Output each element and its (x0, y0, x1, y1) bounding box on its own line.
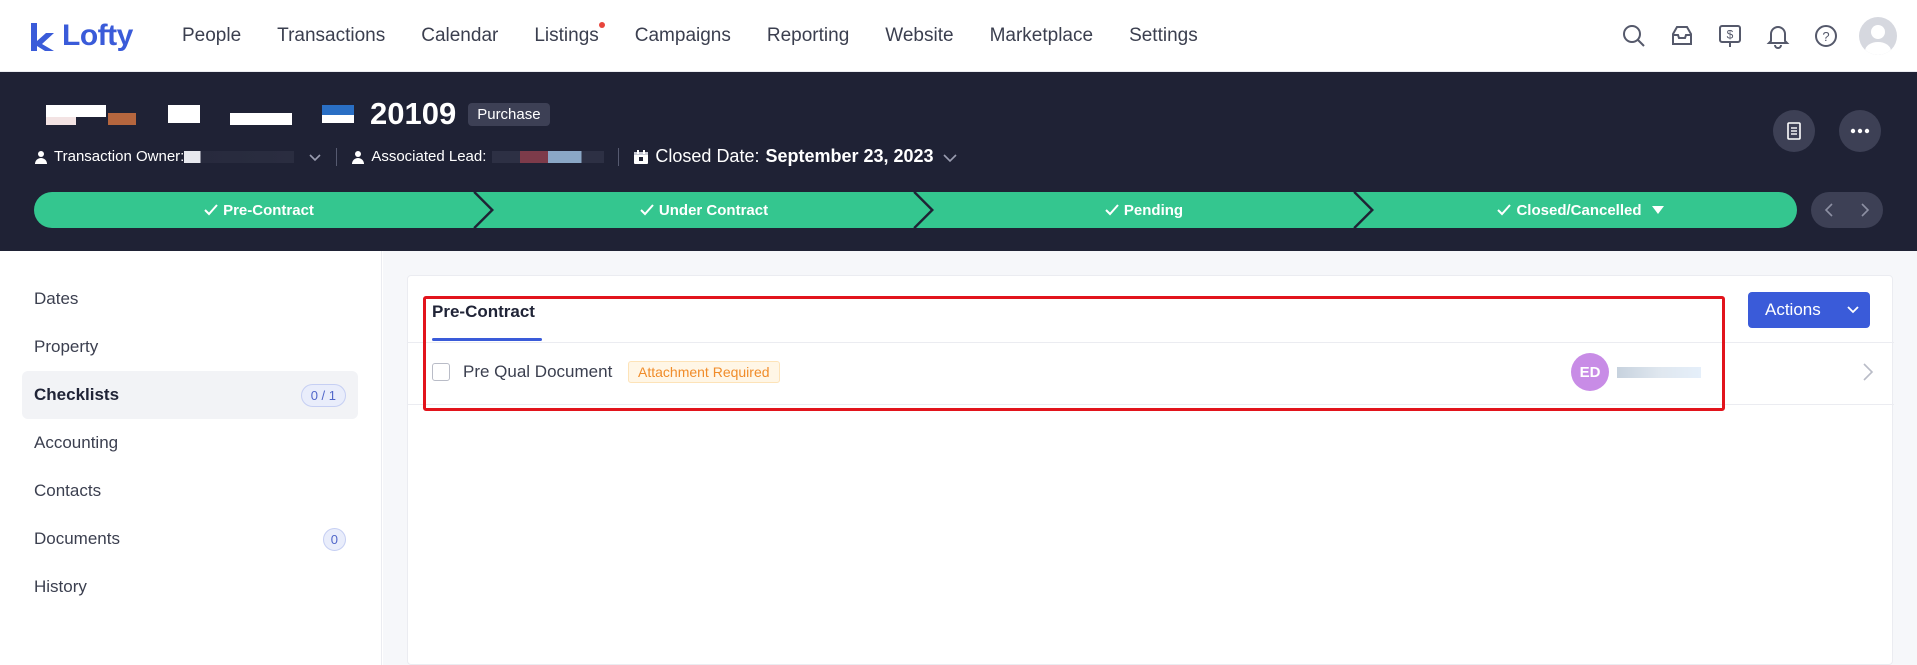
transaction-type-badge: Purchase (468, 102, 550, 126)
chevron-down-icon[interactable] (308, 150, 322, 164)
stage-pre-contract[interactable]: Pre-Contract (34, 192, 484, 228)
sidebar-item-checklists[interactable]: Checklists 0 / 1 (22, 371, 358, 419)
redacted-address (44, 103, 354, 125)
stage-progress-bar: Pre-Contract Under Contract Pending Clos… (34, 192, 1797, 228)
chevron-left-icon (1824, 203, 1833, 217)
stage-label: Closed/Cancelled (1516, 201, 1642, 219)
stage-pager (1811, 192, 1883, 228)
document-icon (1787, 122, 1801, 140)
transaction-meta: Transaction Owner: Associated Lead: Clos… (34, 146, 958, 167)
caret-down-icon[interactable] (1651, 205, 1664, 215)
sidebar-item-contacts[interactable]: Contacts (22, 467, 358, 515)
owner-label: Transaction Owner: (54, 148, 185, 165)
transaction-sidebar: Dates Property Checklists 0 / 1 Accounti… (0, 251, 382, 665)
sidebar-item-label: Checklists (34, 385, 120, 404)
owner-value-redacted[interactable] (184, 150, 295, 163)
nav-icons: $ ? (1599, 17, 1897, 55)
svg-text:$: $ (1727, 28, 1734, 42)
nav-item-settings[interactable]: Settings (1129, 25, 1198, 47)
transaction-title: 20109 Purchase (44, 96, 550, 132)
lead-person-icon (352, 150, 365, 164)
closed-date-label: Closed Date: (655, 146, 760, 166)
sidebar-item-label: Dates (34, 289, 79, 308)
assignee-name-redacted (1617, 367, 1701, 378)
divider (336, 147, 338, 166)
check-icon (1105, 204, 1119, 216)
sidebar-item-documents[interactable]: Documents 0 (22, 515, 358, 563)
assignee-avatar[interactable]: ED (1571, 353, 1609, 391)
sidebar-item-label: Documents (34, 529, 120, 548)
checklist-count-badge: 0 / 1 (300, 383, 346, 407)
checklist-item-label[interactable]: Pre Qual Document (463, 362, 612, 382)
dollar-icon[interactable]: $ (1717, 23, 1743, 49)
sidebar-item-label: History (34, 577, 87, 596)
svg-text:?: ? (1822, 29, 1829, 44)
brand-name: Lofty (62, 18, 133, 52)
stage-pending[interactable]: Pending (924, 192, 1364, 228)
check-icon (640, 204, 654, 216)
more-options-button[interactable] (1839, 110, 1881, 152)
check-icon (1497, 204, 1512, 216)
sidebar-item-label: Contacts (34, 481, 102, 500)
nav-item-marketplace[interactable]: Marketplace (990, 25, 1094, 47)
lead-value-redacted[interactable] (492, 150, 605, 163)
nav-item-people[interactable]: People (182, 25, 241, 47)
lofty-logo[interactable]: Lofty (28, 19, 154, 53)
bell-icon[interactable] (1765, 23, 1791, 49)
notes-button[interactable] (1773, 110, 1815, 152)
actions-button[interactable]: Actions (1748, 292, 1870, 328)
sidebar-item-history[interactable]: History (22, 563, 358, 611)
nav-item-listings-label: Listings (534, 24, 599, 46)
lofty-logo-icon (31, 22, 54, 51)
divider (408, 404, 1894, 405)
sidebar-item-label: Property (34, 337, 99, 356)
top-navigation: Lofty People Transactions Calendar Listi… (0, 0, 1917, 72)
sidebar-item-property[interactable]: Property (22, 323, 358, 371)
divider (618, 147, 620, 166)
closed-date-value[interactable]: September 23, 2023 (765, 146, 933, 167)
sidebar-item-dates[interactable]: Dates (22, 275, 358, 323)
actions-button-label: Actions (1765, 300, 1821, 319)
inbox-icon[interactable] (1669, 23, 1695, 49)
attachment-required-badge: Attachment Required (628, 361, 780, 383)
search-icon[interactable] (1621, 23, 1647, 49)
active-tab-indicator (432, 338, 542, 341)
next-button[interactable] (1847, 192, 1883, 228)
check-icon (204, 204, 218, 216)
more-dots-icon (1850, 128, 1870, 134)
sidebar-item-accounting[interactable]: Accounting (22, 419, 358, 467)
lead-label: Associated Lead: (371, 148, 487, 165)
nav-item-campaigns[interactable]: Campaigns (635, 25, 731, 47)
chevron-right-icon[interactable] (1856, 361, 1878, 383)
calendar-icon (634, 149, 649, 164)
nav-item-website[interactable]: Website (885, 25, 953, 47)
stage-label: Pending (1123, 201, 1184, 219)
user-avatar[interactable] (1859, 17, 1897, 55)
previous-button[interactable] (1811, 192, 1847, 228)
owner-person-icon (35, 150, 47, 164)
checklist-item-checkbox[interactable] (432, 363, 450, 381)
transaction-number: 20109 (370, 96, 457, 131)
nav-item-listings[interactable]: Listings (534, 21, 605, 47)
stage-label: Pre-Contract (223, 201, 314, 219)
nav-item-reporting[interactable]: Reporting (767, 25, 849, 47)
chevron-down-icon (1836, 292, 1870, 328)
divider (408, 342, 1894, 343)
documents-count-badge: 0 (322, 527, 346, 551)
stage-closed-cancelled[interactable]: Closed/Cancelled (1364, 192, 1797, 228)
notification-dot (598, 21, 605, 28)
sidebar-item-label: Accounting (34, 433, 119, 452)
stage-label: Under Contract (658, 201, 769, 219)
nav-item-transactions[interactable]: Transactions (277, 25, 385, 47)
nav-item-calendar[interactable]: Calendar (421, 25, 498, 47)
chevron-down-icon[interactable] (942, 149, 958, 165)
tab-pre-contract[interactable]: Pre-Contract (432, 302, 535, 322)
transaction-header: 20109 Purchase Transaction Owner: Associ… (0, 72, 1917, 251)
stage-under-contract[interactable]: Under Contract (484, 192, 924, 228)
chevron-right-icon (1861, 203, 1870, 217)
main-nav: People Transactions Calendar Listings Ca… (182, 21, 1234, 47)
help-icon[interactable]: ? (1813, 23, 1839, 49)
checklist-panel: Pre-Contract Pre Qual Document Attachmen… (407, 275, 1894, 665)
